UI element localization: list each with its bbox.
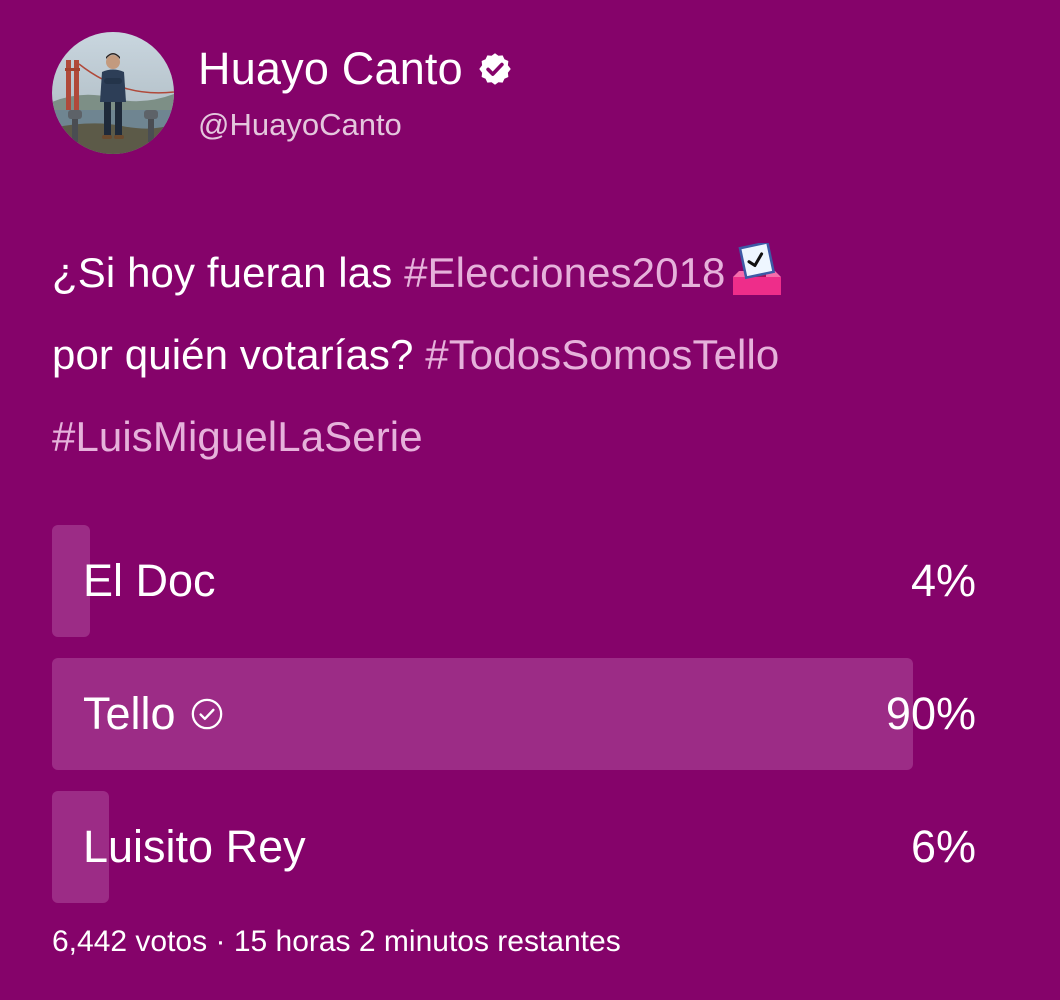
poll-option-percent: 90% [885,688,976,739]
poll-option-label: El Doc [83,555,216,606]
poll-option-label: Tello [83,688,176,739]
ballot-box-emoji-icon [729,243,785,297]
profile-photo [52,32,174,154]
tweet-text-segment: ¿Si hoy fueran las [52,249,405,296]
winner-check-icon [190,697,224,731]
poll-option-el-doc[interactable]: El Doc 4% [52,525,976,637]
tweet-header: Huayo Canto @HuayoCanto [52,32,513,154]
tweet-text-segment: por quién votarías? [52,331,426,378]
verified-badge-icon [477,51,513,87]
poll: El Doc 4% Tello 90% Luisito Rey 6% [52,525,976,924]
hashtag-link-luismiguellaserie[interactable]: #LuisMiguelLaSerie [52,413,423,460]
vote-count: 6,442 votos [52,925,208,958]
poll-option-tello[interactable]: Tello 90% [52,658,976,770]
poll-option-percent: 4% [910,555,976,606]
tweet-text: ¿Si hoy fueran las #Elecciones2018 por q… [52,232,1012,478]
hashtag-link-elecciones2018[interactable]: #Elecciones2018 [404,249,725,296]
hashtag-link-todossomostello[interactable]: #TodosSomosTello [425,331,779,378]
poll-option-label: Luisito Rey [83,821,306,872]
footer-separator: · [215,925,226,958]
time-remaining: 15 horas 2 minutos restantes [233,925,621,958]
poll-option-luisito-rey[interactable]: Luisito Rey 6% [52,791,976,903]
avatar[interactable] [52,32,174,154]
poll-footer: 6,442 votos · 15 horas 2 minutos restant… [52,922,621,962]
display-name[interactable]: Huayo Canto [198,43,463,95]
poll-option-percent: 6% [910,821,976,872]
name-row: Huayo Canto [198,43,513,95]
author-handle[interactable]: @HuayoCanto [198,107,513,143]
author-names: Huayo Canto @HuayoCanto [198,43,513,143]
